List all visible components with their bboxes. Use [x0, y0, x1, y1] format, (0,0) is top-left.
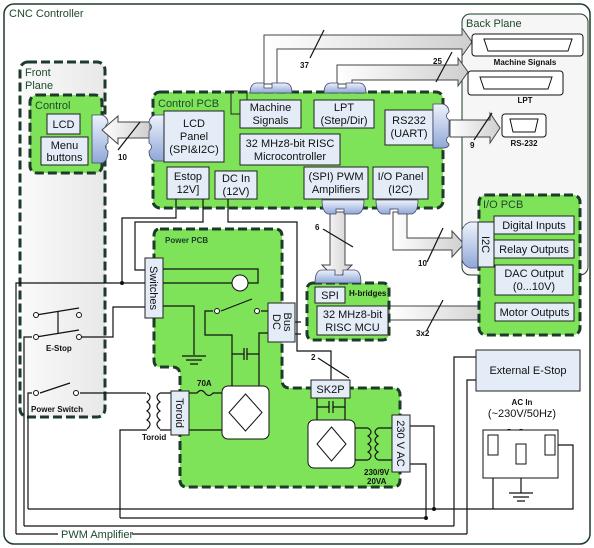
front-lcd-connector: [91, 114, 109, 164]
pwm-label-2: Amplifiers: [312, 184, 361, 196]
db37-icon: [483, 38, 573, 52]
estop-switch-label: E-Stop: [46, 344, 72, 353]
menu-label-2: buttons: [46, 152, 83, 164]
lpt-bus-count: 25: [433, 57, 442, 66]
mcu-label: 32 MHz8-bit RISC: [246, 138, 335, 150]
dac-output-label: DAC Output: [504, 268, 563, 280]
rs232-bus-count: 9: [470, 141, 475, 150]
rs232-label: RS232: [392, 115, 426, 127]
dac-output-label-2: (0...10V): [513, 281, 555, 293]
estop-label: Estop: [174, 171, 202, 183]
switches-label: Switches: [147, 266, 159, 311]
lpt-port-label: LPT: [517, 96, 532, 105]
junction-dot: [120, 281, 124, 285]
lcd-panel-label: LCD: [183, 118, 205, 130]
rs232-connector: [432, 103, 450, 149]
io-pcb-label: I/O PCB: [483, 199, 523, 211]
lpt-label: LPT: [334, 102, 354, 114]
i2c-connector: [461, 221, 481, 269]
machine-signals-label: Machine: [250, 102, 292, 114]
db9-icon: [509, 118, 539, 133]
hbridge-mcu-label: 32 MHz8-bit: [323, 309, 382, 321]
ac-in-label: AC In: [512, 398, 533, 407]
io-bus-count: 10: [418, 259, 427, 268]
hbridge-mcu-label-2: RISC MCU: [325, 322, 379, 334]
db25-icon: [479, 76, 553, 90]
back-plane-label: Back Plane: [466, 18, 522, 30]
dc-in-label: DC In: [222, 173, 250, 185]
rs232-port-label: RS-232: [510, 139, 538, 148]
socket-pin-live: [487, 434, 499, 456]
ac-in-spec: (~230V/50Hz): [488, 408, 556, 420]
toroid-label: Toroid: [142, 433, 166, 442]
cnc-controller-diagram: CNC Controller Back Plane Front Plane Co…: [3, 3, 591, 545]
lcd-label: LCD: [52, 119, 74, 131]
lcd-panel-connector: [148, 114, 166, 162]
lcd-panel-label-3: (SPI&I2C): [169, 144, 219, 156]
lpt-label-2: (Step/Dir): [320, 115, 367, 127]
machine-bus-count: 37: [300, 61, 309, 70]
io-panel-label-2: (I2C): [388, 184, 412, 196]
machine-signals-port-label: Machine Signals: [494, 58, 557, 67]
rs232-label-2: (UART): [390, 128, 427, 140]
pwm-label: (SPI) PWM: [309, 171, 364, 183]
transformer-label: 230/9V: [364, 468, 390, 477]
front-plane-label-2: Plane: [25, 80, 53, 92]
title: CNC Controller: [9, 8, 84, 20]
sk2p-bus-count: 2: [311, 353, 316, 362]
control-label: Control: [35, 100, 70, 112]
machine-signals-label-2: Signals: [252, 115, 289, 127]
io-panel-label: I/O Panel: [378, 171, 424, 183]
junction-dot: [432, 507, 436, 511]
digital-inputs-label: Digital Inputs: [502, 220, 566, 232]
power-pcb-label: Power PCB: [165, 236, 208, 245]
transformer-label-2: 20VA: [367, 477, 387, 486]
relay-outputs-label: Relay Outputs: [499, 244, 569, 256]
mcu-label-2: Microcontroller: [254, 151, 326, 163]
pwm-bus-count: 6: [315, 223, 320, 232]
indicator-lamp-icon: [231, 274, 249, 292]
hbridges-label: H-bridges: [349, 289, 387, 298]
dc-in-label-2: (12V): [223, 186, 250, 198]
toroid-box-label: Toroid: [173, 398, 185, 428]
estop-label-2: 12V]: [177, 184, 200, 196]
menu-label: Menu: [51, 140, 79, 152]
lcd-panel-label-2: Panel: [180, 131, 208, 143]
external-estop-label: External E-Stop: [489, 365, 566, 377]
socket-pin-neutral: [544, 434, 556, 456]
junction-dot: [424, 516, 428, 520]
power-switch-label: Power Switch: [31, 405, 83, 414]
front-plane-label: Front: [25, 67, 51, 79]
fuse-label: 70A: [197, 379, 212, 388]
ac-230v-label: 230 V AC: [394, 420, 406, 467]
sk2p-label: SK2P: [316, 384, 344, 396]
socket-pin-earth: [515, 443, 527, 465]
spi-label: SPI: [321, 290, 339, 302]
dc-bus-label-2: Bus: [281, 313, 293, 332]
i2c-label: I2C: [479, 236, 491, 253]
motor-outputs-label: Motor Outputs: [500, 307, 570, 319]
motor-bus-count: 3x2: [416, 329, 430, 338]
pwm-amplifier-label: PWM Amplifier: [61, 529, 133, 541]
dc-bus-label: DC: [270, 314, 282, 330]
lcd-bus-count: 10: [118, 153, 127, 162]
control-pcb-label: Control PCB: [158, 98, 219, 110]
